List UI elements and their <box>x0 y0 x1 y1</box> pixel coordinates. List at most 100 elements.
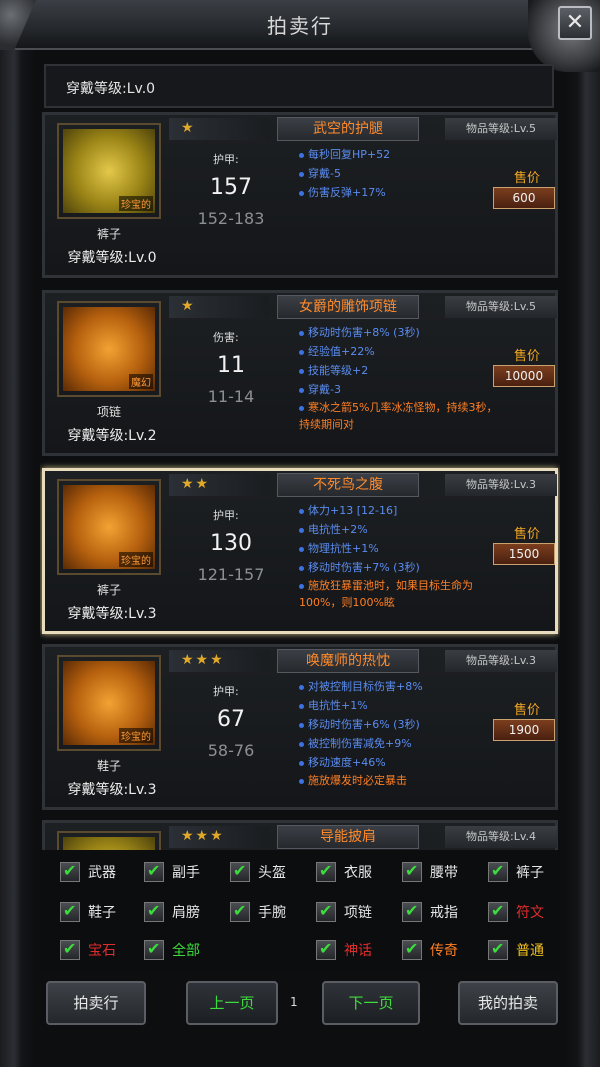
item-requirement: 穿戴等级:Lv.0 <box>67 250 157 266</box>
filter-checkbox[interactable]: 头盔 <box>230 860 310 886</box>
price-value: 10000 <box>493 365 555 387</box>
auction-item-card[interactable]: 珍宝的 鞋子 穿戴等级:Lv.3 ★★★ 唤魔师的热忱 物品等级:Lv.3 护甲: 67 58… <box>42 644 558 810</box>
item-name-bar: 唤魔师的热忱 <box>277 649 419 673</box>
auction-item-card[interactable]: 珍宝的 裤子 穿戴等级:Lv.0 ★ 武空的护腿 物品等级:Lv.5 护甲: 157 152-… <box>42 112 558 278</box>
filter-checkbox[interactable]: 裤子 <box>488 860 568 886</box>
item-type: 裤子 <box>96 227 121 241</box>
filter-checkbox[interactable]: 副手 <box>144 860 224 886</box>
affix-text: 对被控制目标伤害+8% <box>308 680 423 693</box>
checkbox-check-icon[interactable] <box>488 939 508 960</box>
affix-text: 技能等级+2 <box>308 364 369 377</box>
item-icon-frame[interactable]: 珍宝的 <box>57 479 161 575</box>
bottom-buttons: 拍卖行 上一页 1 下一页 我的拍卖 <box>40 975 560 1035</box>
affix-row: 体力+13 [12-16] <box>299 501 499 520</box>
prev-page-button[interactable]: 上一页 <box>186 981 278 1025</box>
filter-label: 腰带 <box>430 865 458 881</box>
filter-checkbox[interactable]: 项链 <box>316 900 396 926</box>
filter-checkbox[interactable]: 武器 <box>60 860 140 886</box>
checkbox-check-icon[interactable] <box>230 901 250 922</box>
bullet-icon <box>299 546 304 552</box>
item-icon-frame[interactable] <box>57 831 161 850</box>
star-bar: ★ <box>169 118 269 140</box>
filter-checkbox[interactable]: 戒指 <box>402 900 482 926</box>
affix-special-text: 寒冰之箭5%几率冰冻怪物，持续3秒，持续期间对 <box>299 401 498 431</box>
item-quality-tag: 珍宝的 <box>119 552 153 567</box>
affix-special: 施放狂暴雷池时，如果目标生命为100%，则100%眩 <box>299 577 499 611</box>
checkbox-check-icon[interactable] <box>402 939 422 960</box>
bullet-icon <box>299 778 304 784</box>
auction-house-button[interactable]: 拍卖行 <box>46 981 146 1025</box>
filter-checkbox[interactable]: 全部 <box>144 938 224 964</box>
affix-row: 移动时伤害+6% (3秒) <box>299 715 499 734</box>
filter-checkbox[interactable]: 传奇 <box>402 938 482 964</box>
stat-value: 130 <box>210 531 252 556</box>
filter-checkbox[interactable]: 普通 <box>488 938 568 964</box>
checkbox-check-icon[interactable] <box>144 901 164 922</box>
filter-checkbox[interactable]: 符文 <box>488 900 568 926</box>
filter-label: 副手 <box>172 865 200 881</box>
item-level-bar: 物品等级:Lv.5 <box>445 118 557 140</box>
bullet-icon <box>299 722 304 728</box>
affix-text: 被控制伤害减免+9% <box>308 737 412 750</box>
filter-checkbox[interactable]: 腰带 <box>402 860 482 886</box>
star-rating: ★ <box>181 120 196 136</box>
auction-list[interactable]: 穿戴等级:Lv.0 珍宝的 裤子 穿戴等级:Lv.0 ★ 武空的护腿 物品等级:Lv.5… <box>40 50 560 850</box>
checkbox-check-icon[interactable] <box>60 939 80 960</box>
auction-item-card[interactable]: ★★★ 导能披肩 物品等级:Lv.4 <box>42 820 558 850</box>
checkbox-check-icon[interactable] <box>60 901 80 922</box>
auction-item-card[interactable]: 魔幻 项链 穿戴等级:Lv.2 ★ 女爵的雕饰项链 物品等级:Lv.5 伤害: 11 11-1… <box>42 290 558 456</box>
item-type: 项链 <box>96 405 121 419</box>
checkbox-check-icon[interactable] <box>402 861 422 882</box>
page-title: 拍卖行 <box>267 14 333 38</box>
filter-checkbox[interactable]: 衣服 <box>316 860 396 886</box>
affix-list: 移动时伤害+8% (3秒) 经验值+22% 技能等级+2 穿戴-3 寒冰之箭5%几率冰冻… <box>299 323 499 433</box>
filter-checkbox[interactable]: 神话 <box>316 938 396 964</box>
star-rating: ★ <box>181 298 196 314</box>
filter-checkbox[interactable]: 手腕 <box>230 900 310 926</box>
checkbox-check-icon[interactable] <box>230 861 250 882</box>
affix-text: 体力+13 [12-16] <box>308 504 398 517</box>
item-requirement: 穿戴等级:Lv.0 <box>66 81 156 97</box>
item-icon-frame[interactable]: 珍宝的 <box>57 123 161 219</box>
affix-special-text: 施放狂暴雷池时，如果目标生命为100%，则100%眩 <box>299 579 473 609</box>
my-auction-button[interactable]: 我的拍卖 <box>458 981 558 1025</box>
next-page-button[interactable]: 下一页 <box>322 981 420 1025</box>
filter-label: 普通 <box>516 943 544 959</box>
bullet-icon <box>299 330 304 336</box>
price-value: 1900 <box>493 719 555 741</box>
stat-value: 67 <box>217 707 245 732</box>
affix-text: 穿戴-3 <box>308 383 341 396</box>
list-item-partial[interactable]: 穿戴等级:Lv.0 <box>44 64 554 108</box>
item-requirement: 穿戴等级:Lv.3 <box>67 782 157 798</box>
filter-checkbox[interactable]: 宝石 <box>60 938 140 964</box>
bullet-icon <box>299 565 304 571</box>
page-number: 1 <box>290 995 298 1009</box>
affix-list: 每秒回复HP+52 穿戴-5 伤害反弹+17% <box>299 145 499 202</box>
stat-range: 11-14 <box>207 387 255 406</box>
star-rating: ★★★ <box>181 652 225 668</box>
bullet-icon <box>299 684 304 690</box>
checkbox-check-icon[interactable] <box>488 901 508 922</box>
price-value: 1500 <box>493 543 555 565</box>
item-name-bar: 女爵的雕饰项链 <box>277 295 419 319</box>
checkbox-check-icon[interactable] <box>144 861 164 882</box>
filter-checkbox[interactable]: 肩膀 <box>144 900 224 926</box>
bullet-icon <box>299 703 304 709</box>
checkbox-check-icon[interactable] <box>402 901 422 922</box>
affix-row: 电抗性+1% <box>299 696 499 715</box>
checkbox-check-icon[interactable] <box>488 861 508 882</box>
close-button[interactable]: ✕ <box>558 6 592 40</box>
star-bar: ★★★ <box>169 826 269 848</box>
checkbox-check-icon[interactable] <box>60 861 80 882</box>
checkbox-check-icon[interactable] <box>316 901 336 922</box>
auction-item-card[interactable]: 珍宝的 裤子 穿戴等级:Lv.3 ★★ 不死鸟之腹 物品等级:Lv.3 护甲: 130 121… <box>42 468 558 634</box>
checkbox-check-icon[interactable] <box>316 861 336 882</box>
checkbox-check-icon[interactable] <box>316 939 336 960</box>
item-type: 鞋子 <box>96 759 121 773</box>
item-icon-frame[interactable]: 珍宝的 <box>57 655 161 751</box>
filter-checkbox[interactable]: 鞋子 <box>60 900 140 926</box>
price-label: 售价 <box>513 703 540 718</box>
stat-range: 121-157 <box>197 565 265 584</box>
item-icon-frame[interactable]: 魔幻 <box>57 301 161 397</box>
checkbox-check-icon[interactable] <box>144 939 164 960</box>
